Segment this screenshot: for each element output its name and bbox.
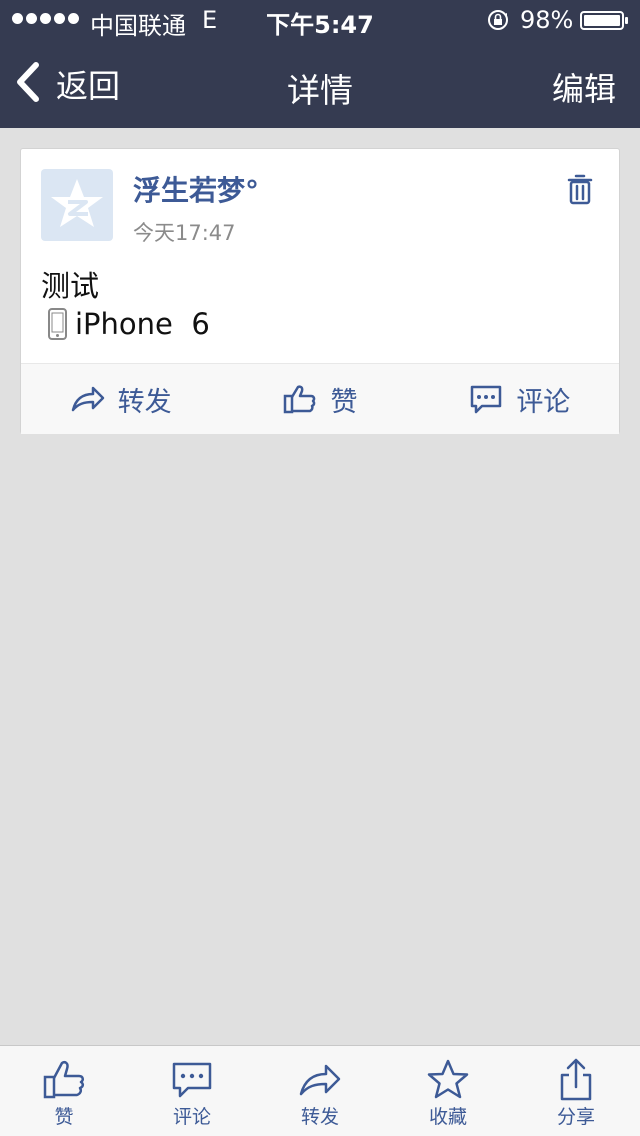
thumbs-up-icon <box>43 1061 85 1099</box>
edit-button[interactable]: 编辑 <box>552 64 616 110</box>
forward-label: 转发 <box>117 386 172 418</box>
phone-icon <box>48 308 67 340</box>
star-icon <box>427 1059 469 1099</box>
like-button[interactable]: 赞 <box>220 364 419 434</box>
comment-icon <box>471 385 502 414</box>
tab-forward-label: 转发 <box>300 1106 339 1128</box>
comment-button[interactable]: 评论 <box>420 364 619 434</box>
tab-like[interactable]: 赞 <box>0 1046 128 1136</box>
device-info: iPhone 6 <box>47 307 210 341</box>
battery-icon <box>580 11 628 30</box>
tab-share[interactable]: 分享 <box>512 1046 640 1136</box>
comment-label: 评论 <box>516 386 571 418</box>
post-actions: 转发 赞 评论 <box>21 363 619 434</box>
thumbs-up-icon <box>284 385 316 414</box>
post-card: 浮生若梦° 今天17:47 测试 iPhone 6 转发 赞 评论 <box>20 148 620 434</box>
tab-favorite-label: 收藏 <box>428 1106 467 1128</box>
rotation-lock-icon <box>486 8 510 32</box>
trash-icon <box>567 174 593 205</box>
status-bar: 中国联通 E 下午5:47 98% <box>0 0 640 40</box>
tab-comment[interactable]: 评论 <box>128 1046 256 1136</box>
battery-percentage: 98% <box>520 6 574 34</box>
post-timestamp: 今天17:47 <box>133 221 236 245</box>
username[interactable]: 浮生若梦° <box>133 169 259 209</box>
tab-favorite[interactable]: 收藏 <box>384 1046 512 1136</box>
forward-icon <box>299 1064 341 1096</box>
page-title: 详情 <box>287 71 353 110</box>
bottom-toolbar: 赞 评论 转发 收藏 分享 <box>0 1045 640 1136</box>
tab-like-label: 赞 <box>54 1106 74 1128</box>
like-label: 赞 <box>330 386 358 418</box>
tab-share-label: 分享 <box>556 1106 595 1128</box>
comment-icon <box>172 1062 212 1098</box>
delete-button[interactable] <box>567 173 593 205</box>
header: 中国联通 E 下午5:47 98% 返回 详情 编辑 <box>0 0 640 128</box>
tab-forward[interactable]: 转发 <box>256 1046 384 1136</box>
forward-icon <box>71 386 104 412</box>
forward-button[interactable]: 转发 <box>21 364 220 434</box>
avatar[interactable] <box>41 169 113 241</box>
share-icon <box>560 1058 592 1101</box>
qzone-star-icon <box>51 179 103 227</box>
post-content: 测试 <box>41 269 100 303</box>
device-name: iPhone 6 <box>75 307 210 341</box>
tab-comment-label: 评论 <box>172 1106 211 1128</box>
